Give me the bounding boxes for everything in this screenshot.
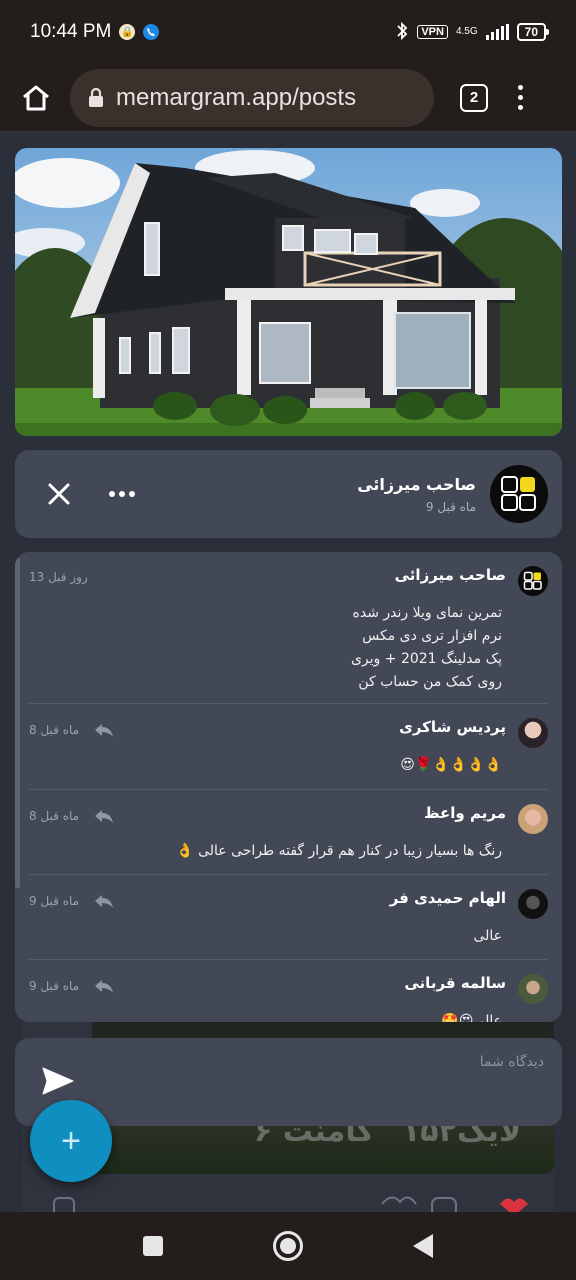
reply-icon[interactable] [93,893,115,909]
action-icons [53,1196,528,1212]
post-image[interactable] [15,148,562,436]
comments-scrollbar[interactable] [15,558,20,888]
comment-input[interactable] [124,1054,544,1070]
author-info: صاحب میرزائی 9 ماه قبل [357,475,476,514]
comment-avatar[interactable] [518,889,548,919]
home-button[interactable] [14,76,58,120]
system-navigation-bar [0,1212,576,1280]
vpn-key-icon: 🔒 [119,24,136,40]
comment-author-name[interactable]: سالمه قربانی [404,974,506,992]
address-bar[interactable]: memargram.app/posts [70,68,434,127]
close-icon [48,483,70,505]
comments-panel: 13 روز قبل صاحب میرزائی تمرین نمای ویلا … [15,552,562,1022]
post-author-card: صاحب میرزائی 9 ماه قبل [15,450,562,538]
comment-author-name[interactable]: صاحب میرزائی [395,566,506,584]
battery-icon: 70 [516,23,550,41]
comment-text: عالی [473,928,502,944]
post-time: 9 ماه قبل [425,499,476,514]
browser-menu-button[interactable] [518,85,523,110]
close-button[interactable] [39,474,79,514]
comment-item: 13 روز قبل صاحب میرزائی تمرین نمای ویلا … [29,566,548,704]
lock-icon [89,87,103,107]
comment-author-name[interactable]: پردیس شاکری [399,718,506,736]
comment-author-name[interactable]: الهام حمیدی فر [390,889,506,907]
author-name[interactable]: صاحب میرزائی [357,475,476,494]
tab-switcher-button[interactable]: 2 [460,83,488,112]
memargram-logo-icon [523,571,542,590]
comment-time: 8 ماه قبل [29,723,80,737]
comment-time: 8 ماه قبل [29,809,80,823]
background-action-icons [52,1192,532,1212]
comment-avatar[interactable] [518,974,548,1004]
comment-text: عالی😍🤩 [441,1013,502,1022]
home-icon [23,85,49,110]
url-text: memargram.app/posts [116,83,357,111]
comment-item: 9 ماه قبل سالمه قربانی عالی😍🤩 [29,960,548,1022]
comment-author-name[interactable]: مریم واعظ [424,804,506,822]
network-type: 4.5G [455,26,478,37]
comment-text: تمرین نمای ویلا رندر شده نرم افزار تری د… [350,605,502,690]
home-nav-button[interactable] [273,1231,303,1261]
comment-avatar[interactable] [518,718,548,748]
comment-time: 9 ماه قبل [29,979,80,993]
comment-text: 👌👌👌👌🌹😍 [400,757,502,773]
status-time: 10:44 PM [30,21,112,42]
more-options-button[interactable] [109,491,135,497]
phone-call-icon [143,24,160,40]
back-button[interactable] [413,1234,433,1258]
browser-toolbar: memargram.app/posts 2 [0,64,576,132]
memargram-logo-icon [501,476,536,511]
reply-icon[interactable] [93,978,115,994]
send-icon [42,1067,74,1095]
author-avatar[interactable] [490,465,548,523]
add-post-button[interactable]: + [30,1100,112,1182]
reply-icon[interactable] [93,722,115,738]
vpn-badge: VPN [417,25,448,39]
comment-item: 8 ماه قبل مریم واعظ رنگ ها بسیار زیبا در… [29,790,548,875]
comment-avatar[interactable] [518,804,548,834]
signal-icon [485,24,509,40]
comment-item: 8 ماه قبل پردیس شاکری 👌👌👌👌🌹😍 [29,704,548,790]
comment-item: 9 ماه قبل الهام حمیدی فر عالی [29,875,548,960]
comment-time: 9 ماه قبل [29,894,80,908]
bluetooth-icon [395,21,409,44]
reply-icon[interactable] [93,808,115,824]
recent-apps-button[interactable] [143,1236,163,1256]
comment-time: 13 روز قبل [29,570,88,584]
comment-text: رنگ ها بسیار زیبا در کنار هم قرار گفته ط… [176,843,502,859]
comment-avatar[interactable] [518,566,548,596]
villa-render-image [15,148,562,436]
status-bar: 10:44 PM 🔒 VPN 4.5G 70 [0,0,576,64]
